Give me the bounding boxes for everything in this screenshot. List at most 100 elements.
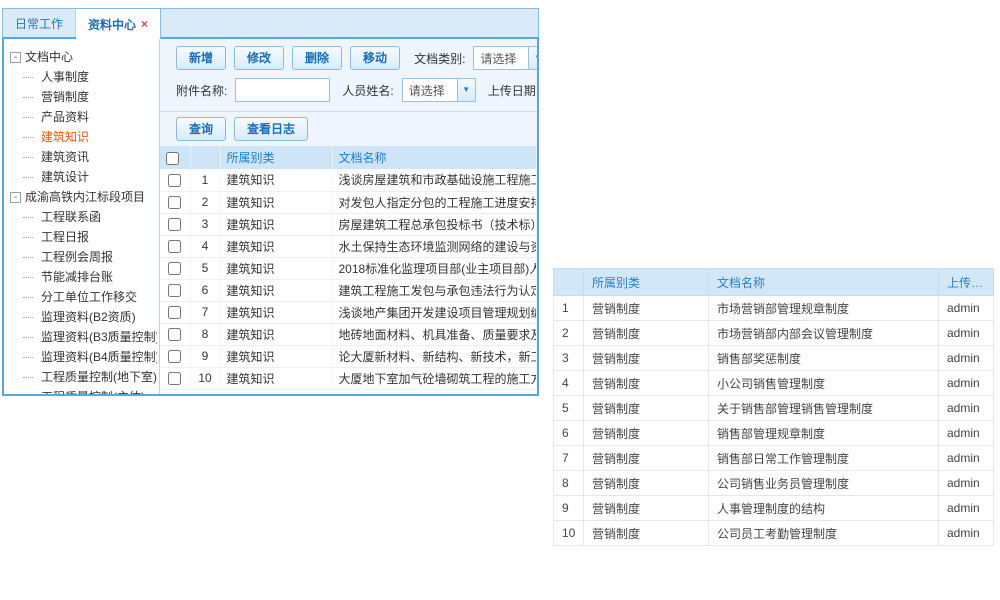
tab-daily-work[interactable]: 日常工作 <box>3 9 76 37</box>
row-checkbox[interactable] <box>168 306 181 319</box>
tree-item-product[interactable]: 产品资料 <box>10 107 157 127</box>
tree-item[interactable]: 监理资料(B4质量控制) <box>10 347 157 367</box>
row-doc-name[interactable]: 水土保持生态环境监测网络的建设与资… <box>332 235 537 257</box>
row-doc-name[interactable]: 地砖地面材料、机具准备、质量要求及… <box>332 323 537 345</box>
row-doc-name[interactable]: 建筑工程施工发包与承包违法行为认定… <box>332 279 537 301</box>
row-doc-name[interactable]: 小公司销售管理制度 <box>709 371 939 396</box>
delete-button[interactable]: 删除 <box>292 46 342 70</box>
doc-category-select[interactable]: 请选择 ▼ <box>473 46 537 70</box>
row-uploader: admin <box>939 371 994 396</box>
collapse-icon[interactable]: - <box>10 52 21 63</box>
tree-item[interactable]: 工程日报 <box>10 227 157 247</box>
table-row: 4 营销制度 小公司销售管理制度 admin <box>554 371 994 396</box>
table-header-row: 所属别类 文档名称 <box>160 146 537 169</box>
row-number: 2 <box>190 191 220 213</box>
tree-item[interactable]: 工程联系函 <box>10 207 157 227</box>
row-doc-name[interactable]: 大厦地下室加气砼墙砌筑工程的施工方… <box>332 367 537 389</box>
tree-item[interactable]: 工程质量控制(地下室) <box>10 367 157 387</box>
col-number-header <box>554 269 584 296</box>
add-button[interactable]: 新增 <box>176 46 226 70</box>
tree-item-marketing[interactable]: 营销制度 <box>10 87 157 107</box>
row-category: 营销制度 <box>584 471 709 496</box>
row-checkbox[interactable] <box>168 240 181 253</box>
table-row: 2 建筑知识 对发包人指定分包的工程施工进度安排… <box>160 191 537 213</box>
col-number-header <box>190 146 220 169</box>
tab-label: 资料中心 <box>88 16 136 33</box>
row-checkbox[interactable] <box>168 372 181 385</box>
row-doc-name[interactable]: 房屋建筑工程总承包投标书（技术标）… <box>332 213 537 235</box>
row-number: 7 <box>190 301 220 323</box>
table-row: 4 建筑知识 水土保持生态环境监测网络的建设与资… <box>160 235 537 257</box>
col-category-header: 所属别类 <box>220 146 332 169</box>
doc-category-value: 请选择 <box>474 50 528 67</box>
table-row: 2 营销制度 市场营销部内部会议管理制度 admin <box>554 321 994 346</box>
row-checkbox[interactable] <box>168 174 181 187</box>
query-button[interactable]: 查询 <box>176 117 226 141</box>
select-all-checkbox[interactable] <box>166 152 179 165</box>
row-doc-name[interactable]: 人事管理制度的结构 <box>709 496 939 521</box>
row-checkbox[interactable] <box>168 262 181 275</box>
row-doc-name[interactable]: 销售部日常工作管理制度 <box>709 446 939 471</box>
row-checkbox[interactable] <box>168 284 181 297</box>
col-docname-header: 文档名称 <box>332 146 537 169</box>
tree-root-document-center[interactable]: - 文档中心 <box>10 47 157 67</box>
row-number: 5 <box>554 396 584 421</box>
row-number: 9 <box>190 345 220 367</box>
row-number: 8 <box>190 323 220 345</box>
tree-item[interactable]: 分工单位工作移交 <box>10 287 157 307</box>
chevron-down-icon: ▼ <box>528 47 537 69</box>
collapse-icon[interactable]: - <box>10 192 21 203</box>
row-number: 8 <box>554 471 584 496</box>
row-number: 9 <box>554 496 584 521</box>
tree-item[interactable]: 工程例会周报 <box>10 247 157 267</box>
row-doc-name[interactable]: 市场营销部内部会议管理制度 <box>709 321 939 346</box>
row-doc-name[interactable]: 公司销售业务员管理制度 <box>709 471 939 496</box>
tab-data-center[interactable]: 资料中心 × <box>76 9 161 39</box>
row-number: 4 <box>190 235 220 257</box>
row-doc-name[interactable]: 销售部管理规章制度 <box>709 421 939 446</box>
row-doc-name[interactable]: 2018标准化监理项目部(业主项目部)人员… <box>332 257 537 279</box>
table-row: 8 营销制度 公司销售业务员管理制度 admin <box>554 471 994 496</box>
row-category: 营销制度 <box>584 296 709 321</box>
row-uploader: admin <box>939 471 994 496</box>
row-category: 建筑知识 <box>220 235 332 257</box>
window-body: - 文档中心 人事制度 营销制度 产品资料 建筑知识 建筑资讯 建筑设计 - 成… <box>2 37 539 396</box>
close-icon[interactable]: × <box>141 18 148 30</box>
row-doc-name[interactable]: 论大厦新材料、新结构、新技术，新工… <box>332 345 537 367</box>
tree-item-building-news[interactable]: 建筑资讯 <box>10 147 157 167</box>
row-checkbox[interactable] <box>168 328 181 341</box>
row-doc-name[interactable]: 对发包人指定分包的工程施工进度安排… <box>332 191 537 213</box>
person-name-select[interactable]: 请选择 ▼ <box>402 78 476 102</box>
row-doc-name[interactable]: 公司员工考勤管理制度 <box>709 521 939 546</box>
move-button[interactable]: 移动 <box>350 46 400 70</box>
row-doc-name[interactable]: 浅谈地产集团开发建设项目管理规划编… <box>332 301 537 323</box>
document-center-window: 日常工作 资料中心 × - 文档中心 人事制度 营销制度 产品资料 建筑知识 建… <box>2 8 539 396</box>
row-uploader: admin <box>939 496 994 521</box>
row-doc-name[interactable]: 市场营销部管理规章制度 <box>709 296 939 321</box>
tree-item[interactable]: 工程质量控制(主体) <box>10 387 157 394</box>
row-checkbox[interactable] <box>168 350 181 363</box>
row-doc-name[interactable]: 关于销售部管理销售管理制度 <box>709 396 939 421</box>
attachment-name-input[interactable] <box>235 78 330 102</box>
tree-root-label: 成渝高铁内江标段项目 <box>25 187 145 207</box>
row-category: 营销制度 <box>584 421 709 446</box>
tree-item[interactable]: 监理资料(B3质量控制) <box>10 327 157 347</box>
tree-item-building-design[interactable]: 建筑设计 <box>10 167 157 187</box>
tree-root-rail-project[interactable]: - 成渝高铁内江标段项目 <box>10 187 157 207</box>
row-checkbox[interactable] <box>168 218 181 231</box>
col-uploader-header: 上传… <box>939 269 994 296</box>
row-doc-name[interactable]: 浅谈房屋建筑和市政基础设施工程施工… <box>332 169 537 191</box>
row-checkbox[interactable] <box>168 196 181 209</box>
tree-item[interactable]: 监理资料(B2资质) <box>10 307 157 327</box>
edit-button[interactable]: 修改 <box>234 46 284 70</box>
tree-item-building-knowledge[interactable]: 建筑知识 <box>10 127 157 147</box>
table-row: 5 营销制度 关于销售部管理销售管理制度 admin <box>554 396 994 421</box>
view-log-button[interactable]: 查看日志 <box>234 117 308 141</box>
document-table: 所属别类 文档名称 1 建筑知识 浅谈房屋建筑和市政基础设施工程施工… <box>160 146 537 394</box>
upload-date-label: 上传日期 <box>488 82 536 99</box>
row-doc-name[interactable]: 销售部奖惩制度 <box>709 346 939 371</box>
row-number: 4 <box>554 371 584 396</box>
table-row: 6 建筑知识 建筑工程施工发包与承包违法行为认定… <box>160 279 537 301</box>
tree-item[interactable]: 节能减排台账 <box>10 267 157 287</box>
tree-item-personnel[interactable]: 人事制度 <box>10 67 157 87</box>
